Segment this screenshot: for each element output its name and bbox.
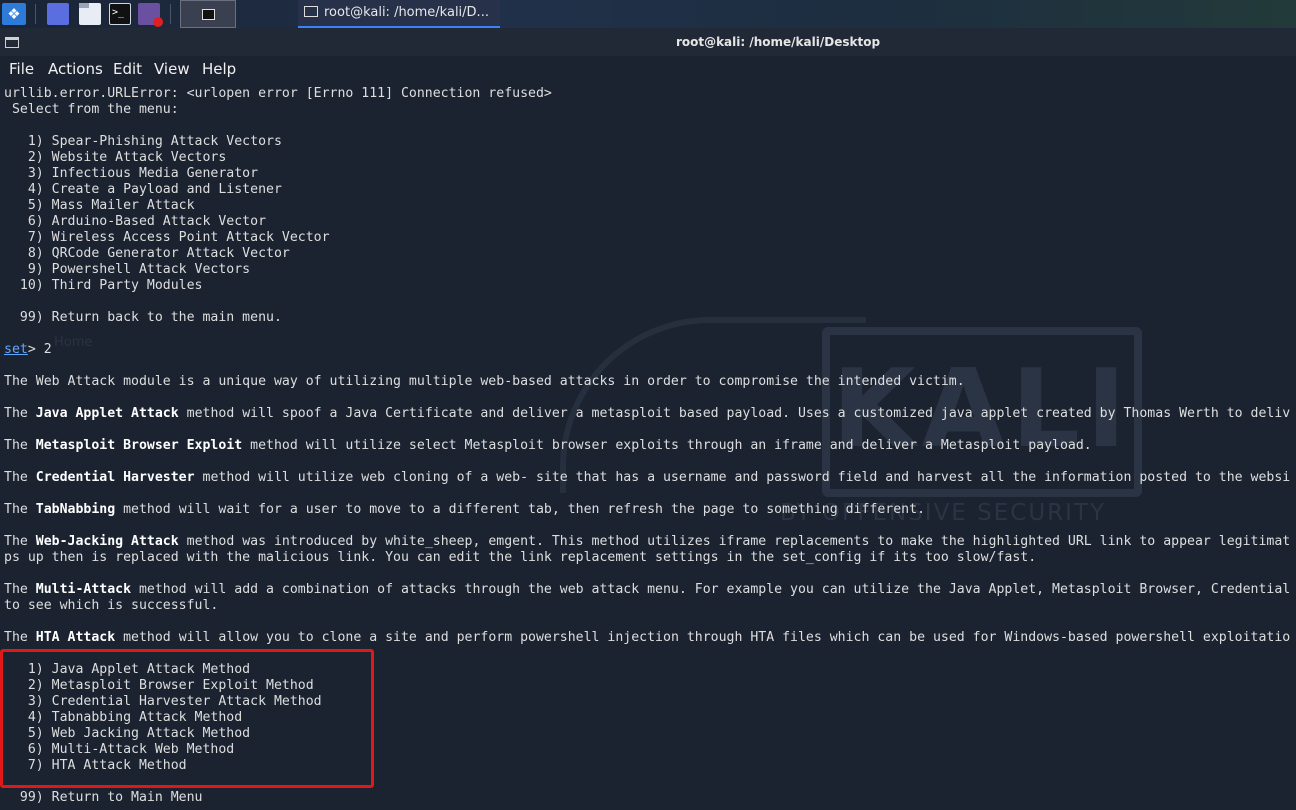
- desktop-home-label: Home: [54, 335, 93, 350]
- web-menu-item: 3) Credential Harvester Attack Method: [4, 694, 322, 709]
- java-applet-desc: The Java Applet Attack method will spoof…: [4, 406, 1290, 422]
- taskbar-window-title: root@kali: /home/kali/D...: [324, 5, 489, 20]
- show-desktop-icon[interactable]: [47, 3, 69, 25]
- desc-method-name: Java Applet Attack: [35, 406, 179, 421]
- menu-actions[interactable]: Actions: [48, 60, 103, 78]
- desc-method-name: Multi-Attack: [35, 582, 132, 597]
- set-prompt: set> 2: [4, 342, 52, 358]
- desc-method-name: Web-Jacking Attack: [35, 534, 179, 549]
- main-menu-item: 1) Spear-Phishing Attack Vectors: [4, 134, 282, 149]
- workspace-window-icon: [202, 9, 215, 20]
- error-line: urllib.error.URLError: <urlopen error [E…: [4, 86, 552, 101]
- terminal-window-icon: [304, 6, 318, 17]
- tabnabbing-desc: The TabNabbing method will wait for a us…: [4, 502, 925, 518]
- web-menu-item: 7) HTA Attack Method: [4, 758, 187, 773]
- desc-text: method will spoof a Java Certificate and…: [178, 406, 1291, 421]
- menubar: File Actions Edit View Help: [0, 56, 1296, 82]
- main-menu-item: 8) QRCode Generator Attack Vector: [4, 246, 290, 261]
- web-menu-item: 5) Web Jacking Attack Method: [4, 726, 251, 741]
- main-menu-item: 2) Website Attack Vectors: [4, 150, 227, 165]
- main-menu-return: 99) Return back to the main menu.: [4, 310, 282, 325]
- taskbar-separator: [170, 4, 171, 24]
- desc-prefix: The: [4, 582, 36, 597]
- main-menu-item: 4) Create a Payload and Listener: [4, 182, 282, 197]
- web-menu-item: 1) Java Applet Attack Method: [4, 662, 251, 677]
- desc-text: method will add a combination of attacks…: [131, 582, 1291, 597]
- desc-prefix: The: [4, 406, 36, 421]
- desc-method-name: TabNabbing: [35, 502, 116, 517]
- prompt-word: set: [4, 342, 28, 357]
- desc-method-name: HTA Attack: [35, 630, 116, 645]
- dragon-watermark: [560, 317, 866, 493]
- menu-file[interactable]: File: [9, 60, 34, 78]
- web-menu-return: 99) Return to Main Menu: [4, 790, 203, 805]
- prompt-input: > 2: [27, 342, 52, 357]
- terminal-output[interactable]: KALI BY OFFENSIVE SECURITY Home urllib.e…: [0, 82, 1296, 810]
- desc-prefix: The: [4, 502, 36, 517]
- main-menu-item: 5) Mass Mailer Attack: [4, 198, 195, 213]
- main-menu-item: 9) Powershell Attack Vectors: [4, 262, 251, 277]
- desc-method-name: Credential Harvester: [35, 470, 195, 485]
- main-menu-item: 6) Arduino-Based Attack Vector: [4, 214, 267, 229]
- desc-text: method will wait for a user to move to a…: [115, 502, 926, 517]
- web-menu-item: 4) Tabnabbing Attack Method: [4, 710, 243, 725]
- menu-edit[interactable]: Edit: [113, 60, 142, 78]
- desc-prefix: The: [4, 438, 36, 453]
- screen-recorder-icon[interactable]: [138, 3, 163, 27]
- menu-help[interactable]: Help: [202, 60, 236, 78]
- web-menu-item: 6) Multi-Attack Web Method: [4, 742, 235, 757]
- taskbar-window-button[interactable]: root@kali: /home/kali/D...: [298, 0, 500, 28]
- desc-prefix: The: [4, 470, 36, 485]
- web-jacking-desc-cont: ps up then is replaced with the maliciou…: [4, 550, 1037, 565]
- desc-text: method will allow you to clone a site an…: [115, 630, 1291, 645]
- web-jacking-desc: The Web-Jacking Attack method was introd…: [4, 534, 1290, 550]
- window-titlebar[interactable]: root@kali: /home/kali/Desktop: [0, 28, 1296, 56]
- kali-menu-icon[interactable]: ❖: [2, 3, 26, 25]
- desc-method-name: Metasploit Browser Exploit: [35, 438, 243, 453]
- main-menu-item: 3) Infectious Media Generator: [4, 166, 259, 181]
- desc-prefix: The: [4, 534, 36, 549]
- main-menu-item: 7) Wireless Access Point Attack Vector: [4, 230, 330, 245]
- desc-text: method was introduced by white_sheep, em…: [178, 534, 1291, 549]
- multi-attack-desc: The Multi-Attack method will add a combi…: [4, 582, 1290, 598]
- select-menu-line: Select from the menu:: [4, 102, 179, 117]
- taskbar: ❖ >_ root@kali: /home/kali/D...: [0, 0, 1296, 28]
- main-menu-item: 10) Third Party Modules: [4, 278, 203, 293]
- desc-prefix: The: [4, 630, 36, 645]
- intro-line: The Web Attack module is a unique way of…: [4, 374, 965, 389]
- window-title: root@kali: /home/kali/Desktop: [675, 35, 881, 49]
- terminal-launcher-icon[interactable]: >_: [109, 3, 131, 25]
- hta-attack-desc: The HTA Attack method will allow you to …: [4, 630, 1290, 646]
- file-manager-icon[interactable]: [79, 3, 101, 25]
- metasploit-browser-desc: The Metasploit Browser Exploit method wi…: [4, 438, 1092, 454]
- taskbar-separator: [35, 4, 36, 24]
- desc-text: method will utilize web cloning of a web…: [194, 470, 1291, 485]
- menu-view[interactable]: View: [154, 60, 190, 78]
- credential-harvester-desc: The Credential Harvester method will uti…: [4, 470, 1290, 486]
- desc-text: method will utilize select Metasploit br…: [242, 438, 1092, 453]
- multi-attack-desc-cont: to see which is successful.: [4, 598, 219, 613]
- web-menu-item: 2) Metasploit Browser Exploit Method: [4, 678, 314, 693]
- workspace-switcher[interactable]: [180, 0, 236, 28]
